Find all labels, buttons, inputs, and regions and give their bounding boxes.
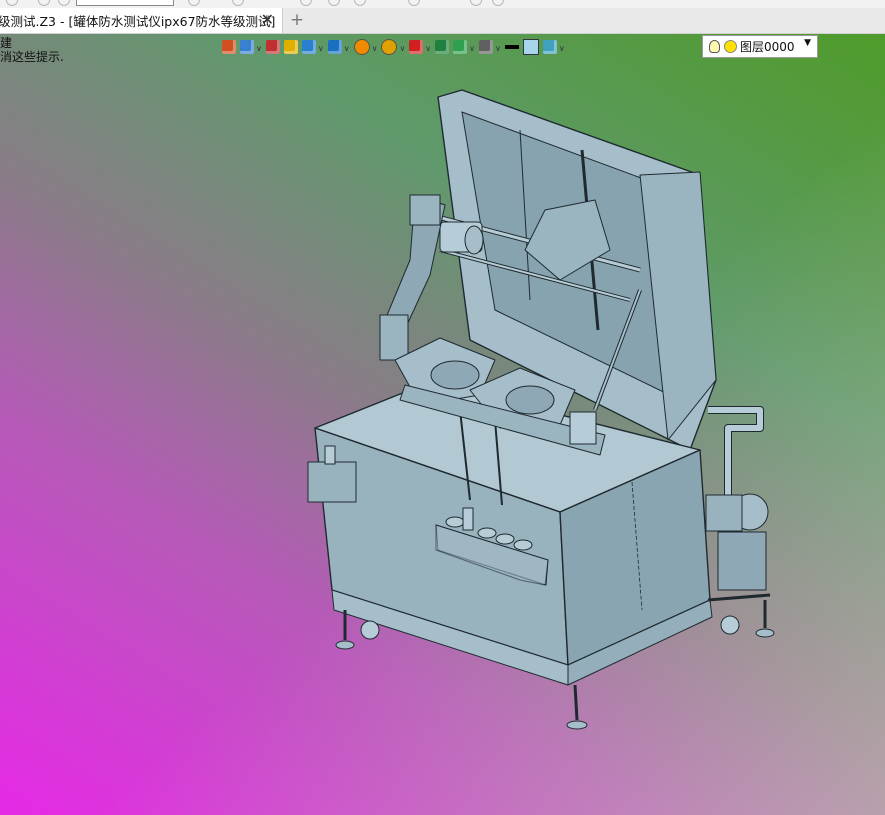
pen-button[interactable]: [265, 37, 280, 57]
view-cube-button[interactable]: ∨: [327, 37, 350, 57]
layer-select-value: 图层0000: [740, 40, 795, 54]
hint-line-2: 消这些提示.: [0, 50, 64, 64]
document-tab[interactable]: 级测试.Z3 - [罐体防水测试仪ipx67防水等级测试] ✕: [0, 8, 283, 33]
light-button[interactable]: ∨: [240, 37, 262, 57]
fill-color-button[interactable]: [522, 37, 539, 57]
render-button[interactable]: ∨: [353, 37, 378, 57]
water-pipe: [708, 406, 764, 500]
fill-color-icon: [522, 39, 539, 55]
chevron-down-icon: ∨: [371, 43, 378, 53]
control-box: [307, 461, 357, 503]
section-button[interactable]: ∨: [453, 37, 475, 57]
chevron-down-icon: ∨: [558, 43, 565, 53]
render-icon: [353, 39, 370, 55]
chevron-down-icon: ∨: [343, 43, 350, 53]
chevron-down-icon: ∨: [495, 43, 501, 53]
document-tab-title: 级测试.Z3 - [罐体防水测试仪ipx67防水等级测试]: [0, 14, 276, 29]
bulb-icon: [709, 40, 720, 53]
layer-color-icon: [724, 40, 737, 53]
chevron-down-icon: ∨: [425, 43, 432, 53]
water-tank: [717, 531, 767, 591]
axis-icon: [409, 40, 424, 54]
chevron-down-icon: ∨: [469, 43, 476, 53]
shade-button[interactable]: [283, 37, 298, 57]
shade-icon: [283, 40, 298, 54]
zoom-button[interactable]: ∨: [381, 37, 405, 57]
layer-stack-button[interactable]: ∨: [542, 37, 565, 57]
line-color-icon: [504, 45, 519, 49]
layer-select[interactable]: 图层0000 ▼: [702, 35, 818, 58]
close-tab-icon[interactable]: ✕: [261, 10, 274, 29]
layer-stack-icon: [542, 40, 557, 54]
hint-text: 建 消这些提示.: [0, 36, 64, 64]
waterproof-tester-model[interactable]: [300, 89, 800, 789]
chevron-down-icon: ∨: [399, 43, 406, 53]
fit-button[interactable]: [435, 37, 450, 57]
chevron-down-icon: ∨: [256, 43, 262, 53]
partial-input-field[interactable]: [76, 0, 174, 6]
light-icon: [240, 40, 254, 54]
section-icon: [453, 40, 468, 54]
view-arrow-button[interactable]: [222, 37, 236, 57]
display-button[interactable]: ∨: [479, 37, 501, 57]
view-arrow-icon: [222, 40, 236, 54]
chevron-down-icon: ▼: [804, 38, 811, 48]
pen-icon: [265, 40, 280, 54]
view-cube-icon: [327, 40, 342, 54]
chevron-down-icon: ∨: [317, 43, 324, 53]
axis-button[interactable]: ∨: [409, 37, 431, 57]
line-color-button[interactable]: [504, 37, 519, 57]
display-icon: [479, 40, 494, 54]
cube-icon: [301, 40, 316, 54]
cube-button[interactable]: ∨: [301, 37, 324, 57]
view-toolbar: ∨ ∨ ∨ ∨ ∨ ∨ ∨ ∨ ∨: [222, 37, 569, 57]
document-tab-bar: 级测试.Z3 - [罐体防水测试仪ipx67防水等级测试] ✕ +: [0, 8, 885, 34]
3d-viewport[interactable]: 建 消这些提示. ∨ ∨ ∨ ∨ ∨ ∨ ∨ ∨ ∨ 图层0000 ▼: [0, 34, 885, 815]
fit-icon: [435, 40, 450, 54]
hint-line-1: 建: [0, 36, 13, 50]
new-tab-button[interactable]: +: [288, 10, 306, 30]
zoom-icon: [381, 39, 398, 55]
